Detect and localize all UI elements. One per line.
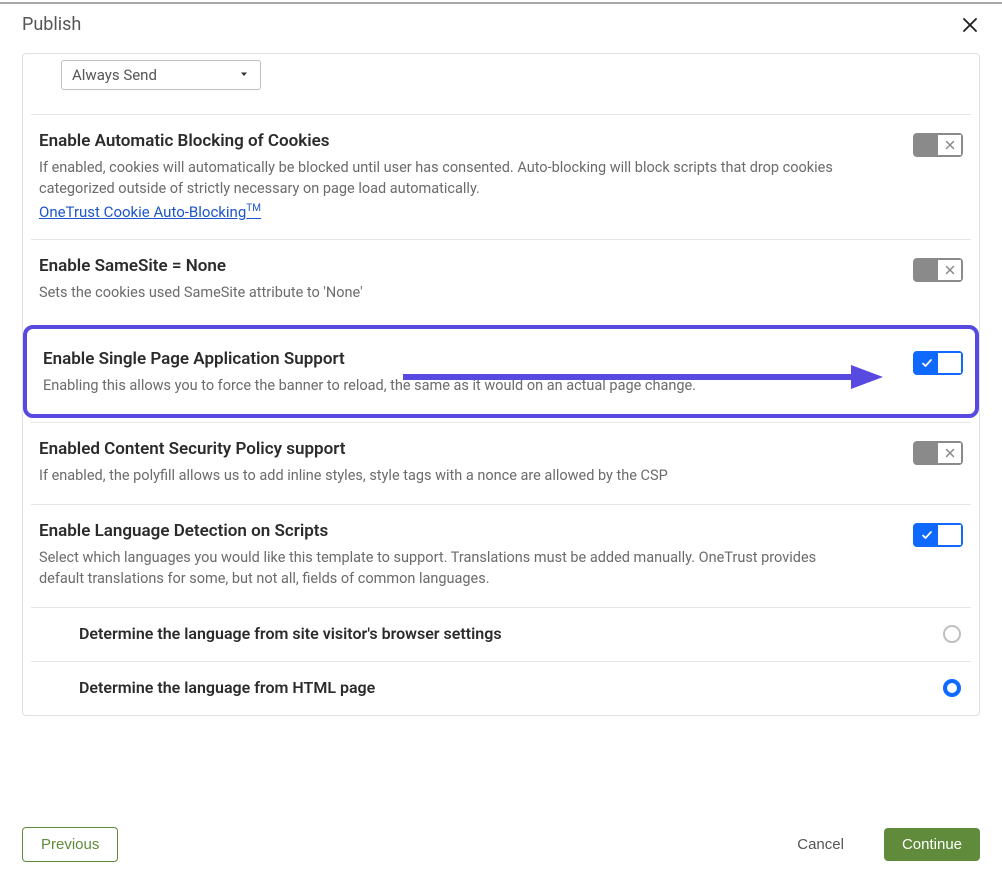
toggle-samesite[interactable] <box>913 258 963 282</box>
modal-header: Publish <box>0 4 1002 53</box>
toggle-spa[interactable] <box>913 351 963 375</box>
send-mode-row: Always Send <box>23 54 979 114</box>
x-icon <box>938 260 961 280</box>
setting-autoblock-desc: If enabled, cookies will automatically b… <box>39 157 853 199</box>
publish-modal: Publish Always Send Enable Aut <box>0 2 1002 878</box>
setting-samesite-title: Enable SameSite = None <box>39 256 853 276</box>
setting-spa-title: Enable Single Page Application Support <box>43 349 853 369</box>
lang-option-html-label: Determine the language from HTML page <box>79 678 375 697</box>
caret-down-icon <box>238 66 250 84</box>
lang-option-browser[interactable]: Determine the language from site visitor… <box>31 607 971 661</box>
setting-autoblock: Enable Automatic Blocking of Cookies If … <box>31 114 971 239</box>
setting-spa-highlight: Enable Single Page Application Support E… <box>23 325 979 418</box>
settings-panel: Always Send Enable Automatic Blocking of… <box>22 53 980 716</box>
radio-html[interactable] <box>943 679 961 697</box>
setting-csp-desc: If enabled, the polyfill allows us to ad… <box>39 465 853 486</box>
check-icon <box>915 353 938 373</box>
send-mode-value: Always Send <box>72 66 157 84</box>
x-icon <box>938 443 961 463</box>
autoblock-link[interactable]: OneTrust Cookie Auto-BlockingTM <box>39 203 261 221</box>
setting-samesite: Enable SameSite = None Sets the cookies … <box>31 239 971 321</box>
x-icon <box>938 135 961 155</box>
lang-option-browser-label: Determine the language from site visitor… <box>79 624 502 643</box>
toggle-autoblock[interactable] <box>913 133 963 157</box>
toggle-csp[interactable] <box>913 441 963 465</box>
setting-samesite-desc: Sets the cookies used SameSite attribute… <box>39 282 853 303</box>
setting-spa: Enable Single Page Application Support E… <box>27 329 975 414</box>
setting-csp-title: Enabled Content Security Policy support <box>39 439 853 459</box>
modal-title: Publish <box>22 14 81 35</box>
send-mode-select[interactable]: Always Send <box>61 60 261 90</box>
lang-option-html[interactable]: Determine the language from HTML page <box>31 661 971 715</box>
close-icon[interactable] <box>960 15 980 35</box>
setting-lang-desc: Select which languages you would like th… <box>39 547 853 589</box>
modal-body: Always Send Enable Automatic Blocking of… <box>0 53 1002 813</box>
lang-sub-options: Determine the language from site visitor… <box>31 607 971 715</box>
continue-button[interactable]: Continue <box>884 828 980 861</box>
cancel-button[interactable]: Cancel <box>779 828 862 861</box>
setting-autoblock-title: Enable Automatic Blocking of Cookies <box>39 131 853 151</box>
setting-csp: Enabled Content Security Policy support … <box>31 422 971 504</box>
modal-footer: Previous Cancel Continue <box>0 813 1002 878</box>
previous-button[interactable]: Previous <box>22 827 118 862</box>
toggle-lang[interactable] <box>913 523 963 547</box>
setting-spa-desc: Enabling this allows you to force the ba… <box>43 375 853 396</box>
setting-lang: Enable Language Detection on Scripts Sel… <box>31 504 971 607</box>
radio-browser[interactable] <box>943 625 961 643</box>
setting-lang-title: Enable Language Detection on Scripts <box>39 521 853 541</box>
check-icon <box>915 525 938 545</box>
